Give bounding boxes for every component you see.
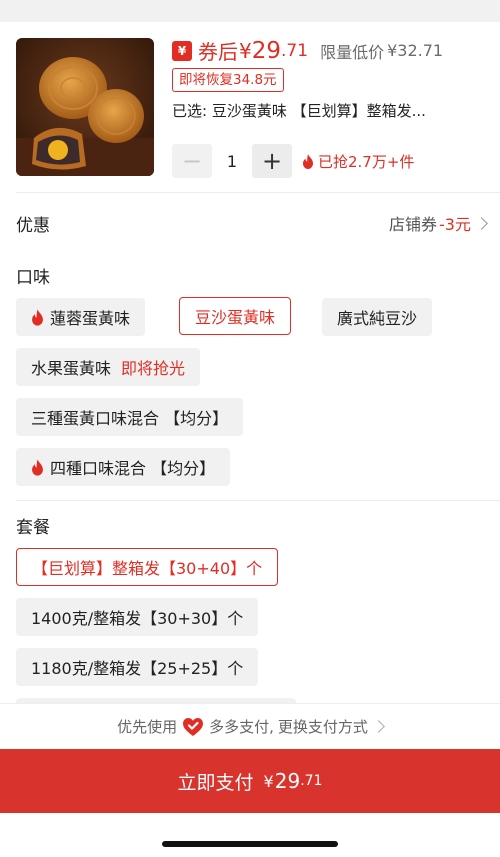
flavor-option-redbean[interactable]: 豆沙蛋黃味	[179, 297, 292, 335]
chip-label: 蓮蓉蛋黃味	[50, 309, 131, 328]
price-line: ¥ 券后 ¥ 29 .71 限量低价 ¥32.71	[172, 36, 443, 65]
pay-now-button[interactable]: 立即支付 ¥ 29 .71	[0, 749, 500, 813]
increment-button[interactable]: +	[252, 144, 292, 178]
sales-count-text: 已抢2.7万+件	[318, 152, 415, 171]
decrement-button[interactable]: −	[172, 144, 212, 178]
flame-icon	[303, 153, 313, 169]
price-decimal: .71	[281, 40, 309, 61]
pay-price-symbol: ¥	[263, 771, 274, 791]
package-title: 套餐	[16, 518, 50, 538]
price-integer: 29	[251, 37, 282, 64]
shop-coupon-value: -3元	[439, 215, 471, 234]
flavor-option-mixed-four[interactable]: 四種口味混合 【均分】	[16, 448, 231, 486]
chip-label: 四種口味混合 【均分】	[50, 459, 216, 478]
product-image[interactable]	[16, 38, 154, 176]
chip-label: 【巨划算】整箱发【30+40】个	[32, 559, 263, 578]
payment-method-bar[interactable]: 优先使用 多多支付, 更换支付方式	[0, 703, 500, 749]
quantity-value: 1	[226, 151, 238, 171]
change-payment-link[interactable]: 更换支付方式	[278, 716, 368, 737]
payment-prefix: 优先使用	[117, 718, 178, 736]
flavor-title: 口味	[16, 268, 50, 288]
chip-label: 1400克/整箱发【30+30】个	[31, 609, 244, 628]
package-option-best-deal[interactable]: 【巨划算】整箱发【30+40】个	[16, 548, 279, 586]
pay-price-decimal: .71	[300, 773, 323, 789]
flavor-option-pure-redbean[interactable]: 廣式純豆沙	[322, 298, 433, 336]
price-prefix: 券后	[198, 40, 238, 64]
flame-icon	[32, 308, 43, 326]
coupon-icon: ¥	[172, 40, 192, 61]
flavor-option-mixed-three[interactable]: 三種蛋黃口味混合 【均分】	[16, 398, 244, 436]
chevron-right-icon	[475, 216, 488, 230]
package-option-1400g[interactable]: 1400克/整箱发【30+30】个	[16, 598, 259, 636]
chip-label: 豆沙蛋黃味	[195, 308, 276, 327]
price-symbol: ¥	[239, 38, 252, 63]
heart-pay-icon	[183, 717, 204, 736]
flame-icon	[32, 458, 43, 476]
sales-count: 已抢2.7万+件	[302, 151, 414, 172]
pay-now-label: 立即支付	[177, 771, 254, 794]
home-indicator	[162, 841, 338, 847]
shop-coupon-label: 店铺券	[389, 215, 438, 234]
chip-label: 廣式純豆沙	[337, 309, 418, 328]
chip-label: 水果蛋黃味	[31, 359, 112, 378]
limit-price-label: 限量低价	[320, 42, 385, 62]
payment-method: 多多支付,	[209, 718, 274, 736]
top-strip	[0, 0, 500, 22]
chevron-right-icon	[372, 720, 385, 733]
flavor-option-lotus[interactable]: 蓮蓉蛋黃味	[16, 298, 146, 336]
divider	[16, 500, 500, 501]
selling-out-note: 即将抢光	[121, 359, 186, 378]
quantity-stepper: − 1 + 已抢2.7万+件	[172, 144, 414, 178]
divider	[16, 192, 500, 193]
flavor-option-fruit[interactable]: 水果蛋黃味 即将抢光	[16, 348, 201, 386]
package-option-1180g[interactable]: 1180克/整箱发【25+25】个	[16, 648, 259, 686]
chip-label: 1180克/整箱发【25+25】个	[31, 659, 244, 678]
mooncake-image	[16, 38, 154, 176]
pay-price-integer: 29	[274, 769, 301, 793]
chip-label: 三種蛋黃口味混合 【均分】	[31, 409, 229, 428]
restore-price-tag: 即将恢复34.8元	[172, 68, 284, 92]
discount-title: 优惠	[16, 216, 50, 236]
limit-price-value: ¥32.71	[387, 41, 444, 60]
shop-coupon-row[interactable]: 店铺券 -3元	[389, 211, 488, 235]
selected-summary: 已选: 豆沙蛋黃味 【巨划算】整箱发...	[172, 102, 426, 120]
